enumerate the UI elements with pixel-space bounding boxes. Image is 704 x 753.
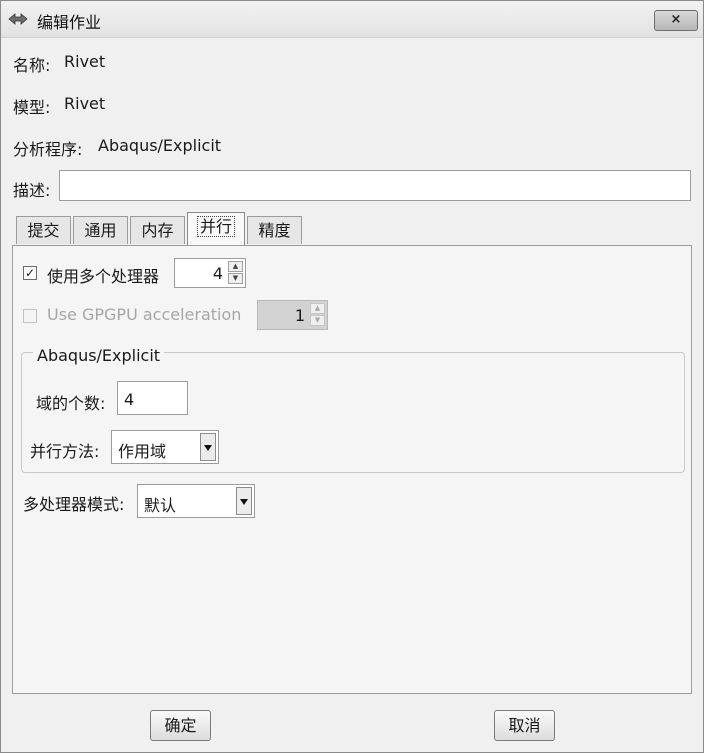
analysis-program-label: 分析程序: [13, 140, 83, 159]
dropdown-button[interactable] [200, 433, 216, 461]
spin-down-icon[interactable]: ▼ [228, 273, 243, 284]
tab-label: 通用 [84, 221, 117, 240]
tab-precision[interactable]: 精度 [247, 216, 302, 244]
spin-up-icon: ▲ [310, 303, 325, 314]
parallel-method-label: 并行方法: [30, 442, 100, 461]
cpu-count-spinner[interactable]: 4 ▲ ▼ [174, 258, 246, 288]
gpgpu-count-value: 1 [294, 306, 305, 325]
spin-up-icon[interactable]: ▲ [228, 261, 243, 272]
title-bar[interactable]: 编辑作业 × [1, 1, 703, 38]
tab-submit[interactable]: 提交 [16, 216, 71, 244]
multi-cpu-checkbox[interactable]: ✓ [23, 266, 37, 280]
parallel-method-select[interactable]: 作用域 [111, 430, 219, 464]
gpgpu-label: Use GPGPU acceleration [47, 305, 242, 324]
group-title: Abaqus/Explicit [33, 346, 165, 365]
domains-input[interactable]: 4 [117, 381, 188, 415]
edit-job-dialog: 编辑作业 × 名称: Rivet 模型: Rivet 分析程序: Abaqus/… [0, 0, 704, 753]
cancel-label: 取消 [508, 716, 541, 735]
check-icon: ✓ [24, 266, 36, 280]
model-label: 模型: [13, 98, 51, 117]
model-value: Rivet [64, 94, 106, 113]
tab-label: 精度 [258, 221, 291, 240]
chevron-down-icon [240, 499, 248, 505]
tab-general[interactable]: 通用 [73, 216, 128, 244]
description-label: 描述: [13, 181, 51, 200]
multi-cpu-label: 使用多个处理器 [47, 267, 160, 286]
tab-label: 并行 [196, 216, 236, 237]
spin-down-icon: ▼ [310, 315, 325, 326]
analysis-program-value: Abaqus/Explicit [98, 136, 222, 155]
window-title: 编辑作业 [37, 13, 102, 32]
name-value: Rivet [64, 52, 106, 71]
close-button[interactable]: × [654, 10, 698, 31]
dropdown-button[interactable] [236, 487, 252, 515]
tab-label: 内存 [141, 221, 174, 240]
ok-button[interactable]: 确定 [150, 710, 211, 741]
parallel-method-value: 作用域 [118, 442, 167, 461]
name-label: 名称: [13, 56, 51, 75]
mp-mode-label: 多处理器模式: [23, 495, 125, 514]
chevron-down-icon [204, 445, 212, 451]
tab-label: 提交 [27, 221, 60, 240]
domains-label: 域的个数: [36, 394, 106, 413]
close-icon: × [670, 12, 682, 27]
ok-label: 确定 [164, 716, 197, 735]
mp-mode-value: 默认 [144, 496, 177, 515]
tab-memory[interactable]: 内存 [130, 216, 185, 244]
tab-parallel[interactable]: 并行 [187, 212, 245, 245]
cancel-button[interactable]: 取消 [494, 710, 555, 741]
cpu-count-value: 4 [212, 264, 223, 283]
description-input[interactable] [59, 170, 691, 201]
app-icon [8, 13, 28, 25]
gpgpu-checkbox [23, 309, 37, 323]
gpgpu-count-spinner: 1 ▲ ▼ [257, 300, 328, 330]
mp-mode-select[interactable]: 默认 [137, 484, 255, 518]
